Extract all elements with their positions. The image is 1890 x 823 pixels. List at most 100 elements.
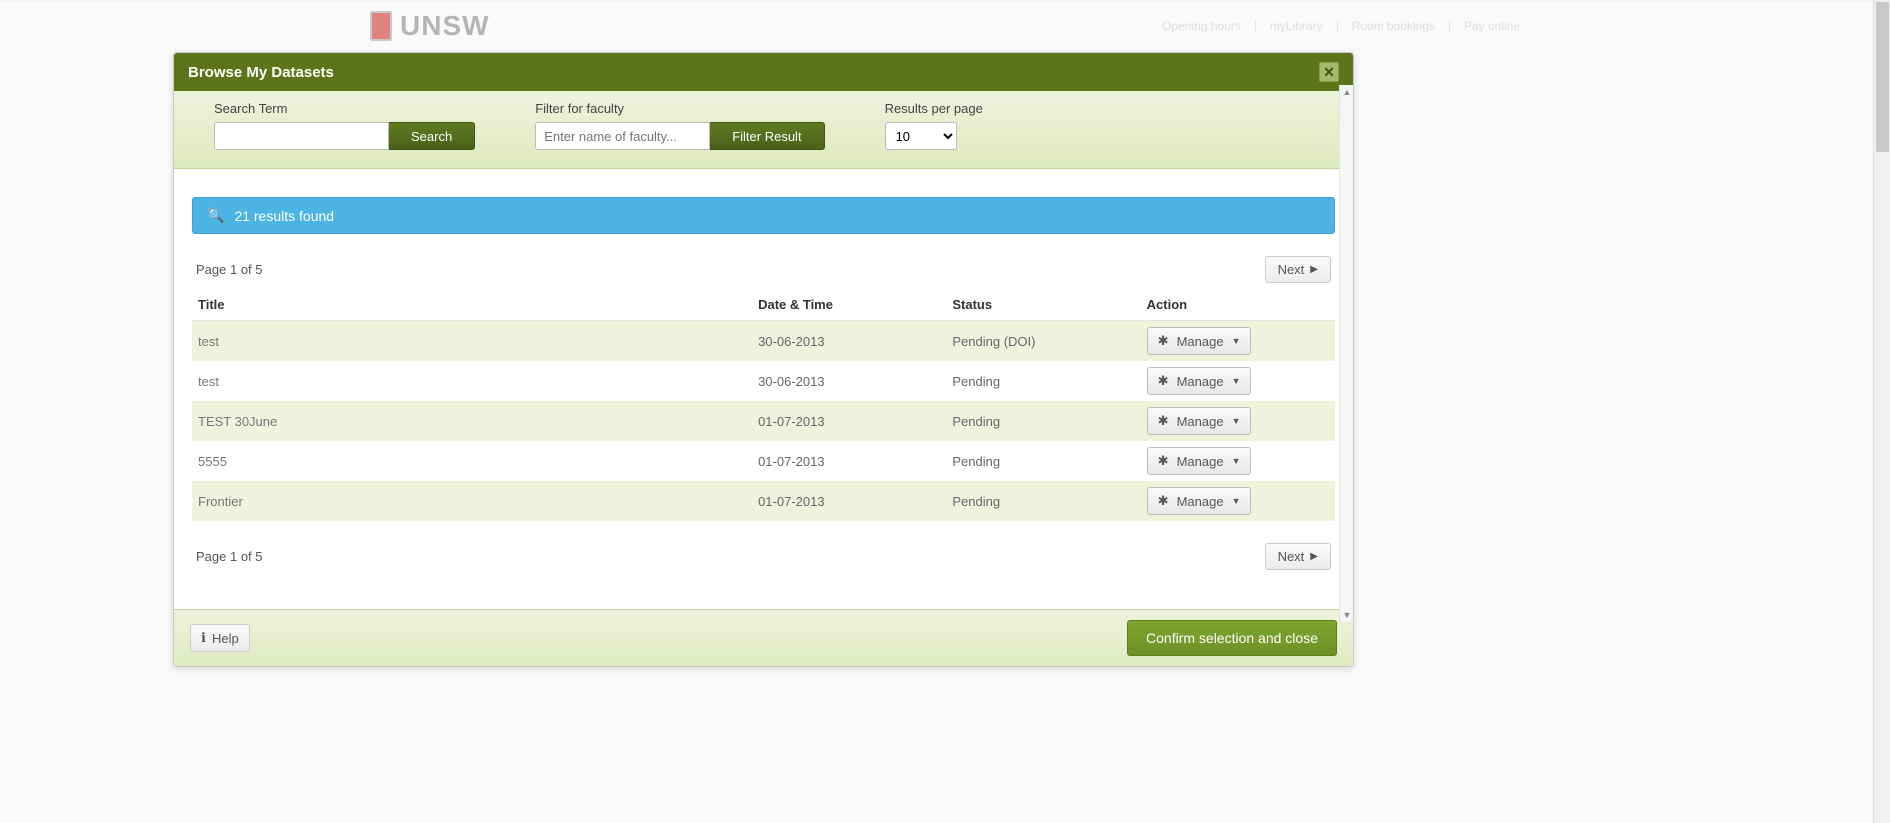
row-date: 30-06-2013 bbox=[752, 321, 946, 362]
manage-button[interactable]: ✱ Manage ▼ bbox=[1147, 407, 1252, 435]
row-action-cell: ✱ Manage ▼ bbox=[1141, 361, 1335, 401]
caret-down-icon: ▼ bbox=[1232, 456, 1241, 466]
window-scrollbar[interactable] bbox=[1873, 0, 1890, 823]
table-row: TEST 30June01-07-2013Pending ✱ Manage ▼ bbox=[192, 401, 1335, 441]
gear-icon: ✱ bbox=[1158, 493, 1169, 509]
col-title: Title bbox=[192, 289, 752, 321]
manage-button[interactable]: ✱ Manage ▼ bbox=[1147, 487, 1252, 515]
scroll-up-icon[interactable]: ▲ bbox=[1340, 85, 1354, 99]
next-label: Next bbox=[1278, 549, 1305, 564]
row-date: 01-07-2013 bbox=[752, 481, 946, 521]
results-per-page-group: Results per page 10 bbox=[885, 101, 983, 150]
row-action-cell: ✱ Manage ▼ bbox=[1141, 441, 1335, 481]
manage-label: Manage bbox=[1177, 334, 1224, 349]
results-per-page-select[interactable]: 10 bbox=[885, 122, 957, 150]
caret-down-icon: ▼ bbox=[1232, 376, 1241, 386]
bg-link[interactable]: Opening hours bbox=[1162, 19, 1241, 33]
gear-icon: ✱ bbox=[1158, 413, 1169, 429]
gear-icon: ✱ bbox=[1158, 373, 1169, 389]
manage-button[interactable]: ✱ Manage ▼ bbox=[1147, 367, 1252, 395]
pager-top: Page 1 of 5 Next ▶ bbox=[192, 256, 1335, 283]
next-page-button-bottom[interactable]: Next ▶ bbox=[1265, 543, 1331, 570]
scrollbar-thumb[interactable] bbox=[1876, 2, 1889, 152]
manage-button[interactable]: ✱ Manage ▼ bbox=[1147, 327, 1252, 355]
background-top-links: Opening hours myLibrary Room bookings Pa… bbox=[1162, 19, 1520, 33]
filter-bar: Search Term Search Filter for faculty Fi… bbox=[174, 91, 1353, 169]
next-page-button-top[interactable]: Next ▶ bbox=[1265, 256, 1331, 283]
manage-label: Manage bbox=[1177, 374, 1224, 389]
unsw-logo: UNSW bbox=[370, 10, 490, 42]
row-title[interactable]: test bbox=[192, 321, 752, 362]
col-status: Status bbox=[946, 289, 1140, 321]
background-header: UNSW Opening hours myLibrary Room bookin… bbox=[0, 0, 1890, 50]
unsw-crest-icon bbox=[370, 11, 392, 41]
unsw-logo-text: UNSW bbox=[400, 10, 490, 42]
scroll-down-icon[interactable]: ▼ bbox=[1340, 608, 1354, 622]
page-indicator-top: Page 1 of 5 bbox=[196, 262, 263, 277]
row-status: Pending bbox=[946, 361, 1140, 401]
row-status: Pending (DOI) bbox=[946, 321, 1140, 362]
close-button[interactable]: ✕ bbox=[1319, 62, 1339, 82]
row-status: Pending bbox=[946, 481, 1140, 521]
modal-body: 🔍 21 results found Page 1 of 5 Next ▶ Ti… bbox=[174, 169, 1353, 609]
modal-title: Browse My Datasets bbox=[188, 64, 334, 81]
col-action: Action bbox=[1141, 289, 1335, 321]
datasets-table: Title Date & Time Status Action test30-0… bbox=[192, 289, 1335, 521]
table-header-row: Title Date & Time Status Action bbox=[192, 289, 1335, 321]
row-action-cell: ✱ Manage ▼ bbox=[1141, 481, 1335, 521]
table-row: 555501-07-2013Pending ✱ Manage ▼ bbox=[192, 441, 1335, 481]
help-button[interactable]: ℹ Help bbox=[190, 624, 250, 652]
pager-bottom: Page 1 of 5 Next ▶ bbox=[192, 543, 1335, 570]
caret-down-icon: ▼ bbox=[1232, 336, 1241, 346]
search-button[interactable]: Search bbox=[389, 122, 475, 150]
row-title[interactable]: TEST 30June bbox=[192, 401, 752, 441]
manage-button[interactable]: ✱ Manage ▼ bbox=[1147, 447, 1252, 475]
results-count-banner: 🔍 21 results found bbox=[192, 197, 1335, 234]
confirm-selection-button[interactable]: Confirm selection and close bbox=[1127, 620, 1337, 656]
table-row: Frontier01-07-2013Pending ✱ Manage ▼ bbox=[192, 481, 1335, 521]
close-icon: ✕ bbox=[1323, 64, 1335, 81]
row-date: 01-07-2013 bbox=[752, 441, 946, 481]
chevron-right-icon: ▶ bbox=[1310, 551, 1318, 562]
bg-link[interactable]: Room bookings bbox=[1337, 19, 1435, 33]
browse-datasets-modal: Browse My Datasets ✕ ▲ ▼ Search Term Sea… bbox=[173, 52, 1354, 667]
gear-icon: ✱ bbox=[1158, 333, 1169, 349]
row-date: 30-06-2013 bbox=[752, 361, 946, 401]
caret-down-icon: ▼ bbox=[1232, 496, 1241, 506]
row-action-cell: ✱ Manage ▼ bbox=[1141, 321, 1335, 362]
search-term-input[interactable] bbox=[214, 122, 389, 150]
manage-label: Manage bbox=[1177, 414, 1224, 429]
manage-label: Manage bbox=[1177, 454, 1224, 469]
info-icon: ℹ bbox=[201, 630, 206, 646]
faculty-filter-group: Filter for faculty Filter Result bbox=[535, 101, 824, 150]
row-status: Pending bbox=[946, 401, 1140, 441]
row-title[interactable]: test bbox=[192, 361, 752, 401]
bg-link[interactable]: myLibrary bbox=[1255, 19, 1323, 33]
modal-header: Browse My Datasets ✕ bbox=[174, 53, 1353, 91]
search-icon: 🔍 bbox=[207, 207, 224, 224]
row-title[interactable]: Frontier bbox=[192, 481, 752, 521]
bg-link[interactable]: Pay online bbox=[1449, 19, 1520, 33]
row-title[interactable]: 5555 bbox=[192, 441, 752, 481]
gear-icon: ✱ bbox=[1158, 453, 1169, 469]
row-action-cell: ✱ Manage ▼ bbox=[1141, 401, 1335, 441]
faculty-filter-input[interactable] bbox=[535, 122, 710, 150]
next-label: Next bbox=[1278, 262, 1305, 277]
row-date: 01-07-2013 bbox=[752, 401, 946, 441]
filter-result-button[interactable]: Filter Result bbox=[710, 122, 824, 150]
table-row: test30-06-2013Pending ✱ Manage ▼ bbox=[192, 361, 1335, 401]
faculty-filter-label: Filter for faculty bbox=[535, 101, 824, 116]
col-date: Date & Time bbox=[752, 289, 946, 321]
page-indicator-bottom: Page 1 of 5 bbox=[196, 549, 263, 564]
table-row: test30-06-2013Pending (DOI) ✱ Manage ▼ bbox=[192, 321, 1335, 362]
modal-footer: ℹ Help Confirm selection and close bbox=[174, 609, 1353, 666]
manage-label: Manage bbox=[1177, 494, 1224, 509]
search-term-group: Search Term Search bbox=[214, 101, 475, 150]
results-per-page-label: Results per page bbox=[885, 101, 983, 116]
help-label: Help bbox=[212, 631, 239, 646]
chevron-right-icon: ▶ bbox=[1310, 264, 1318, 275]
caret-down-icon: ▼ bbox=[1232, 416, 1241, 426]
results-count-text: 21 results found bbox=[234, 208, 334, 224]
search-term-label: Search Term bbox=[214, 101, 475, 116]
row-status: Pending bbox=[946, 441, 1140, 481]
